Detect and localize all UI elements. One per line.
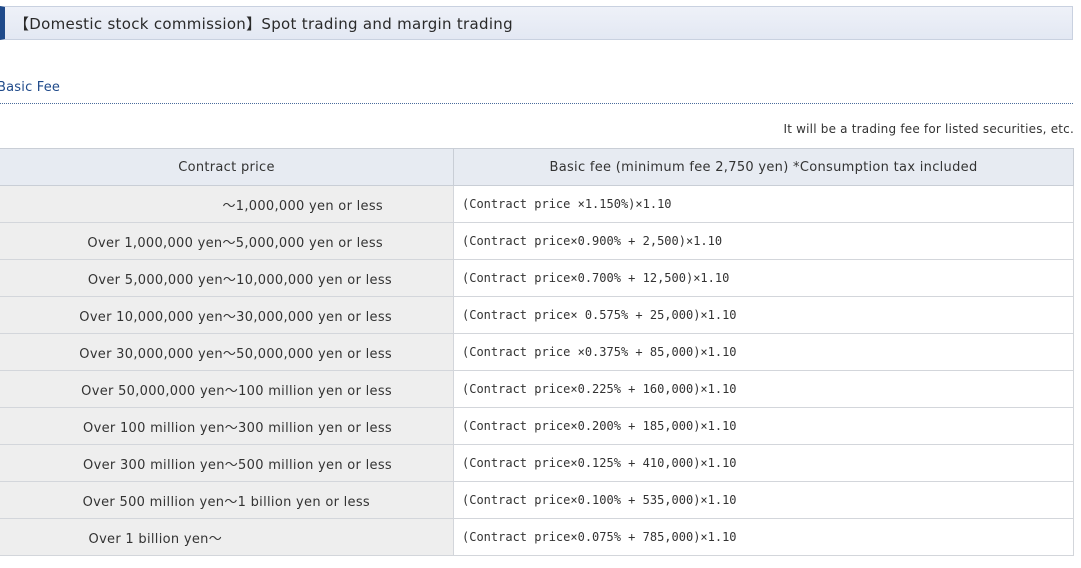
fee-note: It will be a trading fee for listed secu… [783,122,1074,136]
contract-price-cell: Over 1 billion yen～ [0,518,454,556]
basic-fee-cell: (Contract price×0.225% + 160,000)×1.10 [453,370,1074,408]
basic-fee-cell: (Contract price ×1.150%)×1.10 [453,185,1074,223]
basic-fee-cell: (Contract price×0.125% + 410,000)×1.10 [453,444,1074,482]
contract-price-cell: Over 10,000,000 yen～30,000,000 yen or le… [0,296,454,334]
basic-fee-cell: (Contract price×0.100% + 535,000)×1.10 [453,481,1074,519]
heading-divider [0,103,1073,104]
contract-price-cell: Over 500 million yen～1 billion yen or le… [0,481,454,519]
table-row: Over 1 billion yen～ (Contract price×0.07… [0,518,1074,556]
basic-fee-cell: (Contract price× 0.575% + 25,000)×1.10 [453,296,1074,334]
table-row: Over 500 million yen～1 billion yen or le… [0,481,1074,519]
table-row: Over 10,000,000 yen～30,000,000 yen or le… [0,296,1074,334]
basic-fee-heading: Basic Fee [0,80,61,95]
table-row: Over 30,000,000 yen～50,000,000 yen or le… [0,333,1074,371]
contract-price-cell: Over 300 million yen～500 million yen or … [0,444,454,482]
contract-price-cell: Over 50,000,000 yen～100 million yen or l… [0,370,454,408]
basic-fee-cell: (Contract price×0.200% + 185,000)×1.10 [453,407,1074,445]
table-row: ～1,000,000 yen or less (Contract price ×… [0,185,1074,223]
contract-price-cell: Over 5,000,000 yen～10,000,000 yen or les… [0,259,454,297]
basic-fee-cell: (Contract price×0.900% + 2,500)×1.10 [453,222,1074,260]
table-row: Over 300 million yen～500 million yen or … [0,444,1074,482]
table-row: Over 100 million yen～300 million yen or … [0,407,1074,445]
table-row: Over 1,000,000 yen～5,000,000 yen or less… [0,222,1074,260]
contract-price-cell: Over 1,000,000 yen～5,000,000 yen or less [0,222,454,260]
page: 【Domestic stock commission】Spot trading … [0,0,1081,568]
table-row: Over 5,000,000 yen～10,000,000 yen or les… [0,259,1074,297]
basic-fee-cell: (Contract price×0.075% + 785,000)×1.10 [453,518,1074,556]
section-title: 【Domestic stock commission】Spot trading … [0,6,1073,40]
contract-price-cell: Over 30,000,000 yen～50,000,000 yen or le… [0,333,454,371]
basic-fee-cell: (Contract price ×0.375% + 85,000)×1.10 [453,333,1074,371]
basic-fee-cell: (Contract price×0.700% + 12,500)×1.10 [453,259,1074,297]
header-basic-fee: Basic fee (minimum fee 2,750 yen) *Consu… [453,148,1074,186]
table-header-row: Contract price Basic fee (minimum fee 2,… [0,148,1074,186]
table-row: Over 50,000,000 yen～100 million yen or l… [0,370,1074,408]
fee-table: Contract price Basic fee (minimum fee 2,… [0,148,1074,556]
contract-price-cell: Over 100 million yen～300 million yen or … [0,407,454,445]
header-contract-price: Contract price [0,148,454,186]
contract-price-cell: ～1,000,000 yen or less [0,185,454,223]
